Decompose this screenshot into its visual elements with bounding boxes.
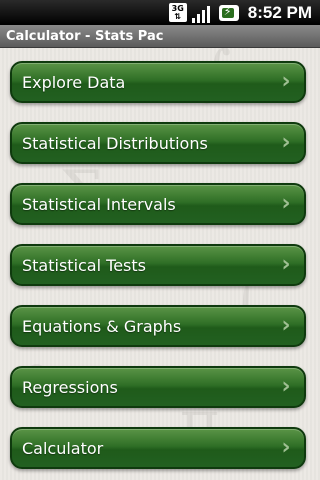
- data-arrows: ⇅: [174, 11, 182, 21]
- signal-icon: [191, 3, 214, 23]
- statistical-tests-button[interactable]: Statistical Tests ›: [10, 244, 306, 286]
- button-label: Statistical Intervals: [22, 194, 176, 214]
- button-label: Statistical Distributions: [22, 133, 208, 153]
- button-label: Regressions: [22, 377, 118, 397]
- 3g-data-icon: 3G ⇅: [168, 3, 187, 22]
- button-label: Calculator: [22, 438, 104, 458]
- button-label: Explore Data: [22, 72, 126, 92]
- status-icons: 3G ⇅ 8:52 PM: [168, 2, 312, 23]
- button-label: Equations & Graphs: [22, 316, 182, 336]
- equations-graphs-button[interactable]: Equations & Graphs ›: [10, 305, 306, 347]
- calculator-button[interactable]: Calculator ›: [10, 427, 306, 469]
- statistical-distributions-button[interactable]: Statistical Distributions ›: [10, 122, 306, 164]
- chevron-right-icon: ›: [281, 435, 291, 460]
- chevron-right-icon: ›: [281, 313, 291, 338]
- status-clock: 8:52 PM: [247, 2, 312, 22]
- chevron-right-icon: ›: [281, 130, 291, 155]
- chevron-right-icon: ›: [281, 374, 291, 399]
- menu-screen: ∫ Σ ∫ ∂ π Explore Data › Statistical Dis…: [0, 48, 320, 480]
- button-label: Statistical Tests: [22, 255, 146, 275]
- chevron-right-icon: ›: [281, 69, 291, 94]
- app-title-bar: Calculator - Stats Pac: [0, 25, 320, 48]
- battery-charging-icon: [218, 4, 239, 21]
- explore-data-button[interactable]: Explore Data ›: [10, 61, 306, 103]
- chevron-right-icon: ›: [281, 252, 291, 277]
- status-bar: 3G ⇅ 8:52 PM: [0, 0, 320, 25]
- app-title: Calculator - Stats Pac: [6, 29, 164, 44]
- statistical-intervals-button[interactable]: Statistical Intervals ›: [10, 183, 306, 225]
- regressions-button[interactable]: Regressions ›: [10, 366, 306, 408]
- chevron-right-icon: ›: [281, 191, 291, 216]
